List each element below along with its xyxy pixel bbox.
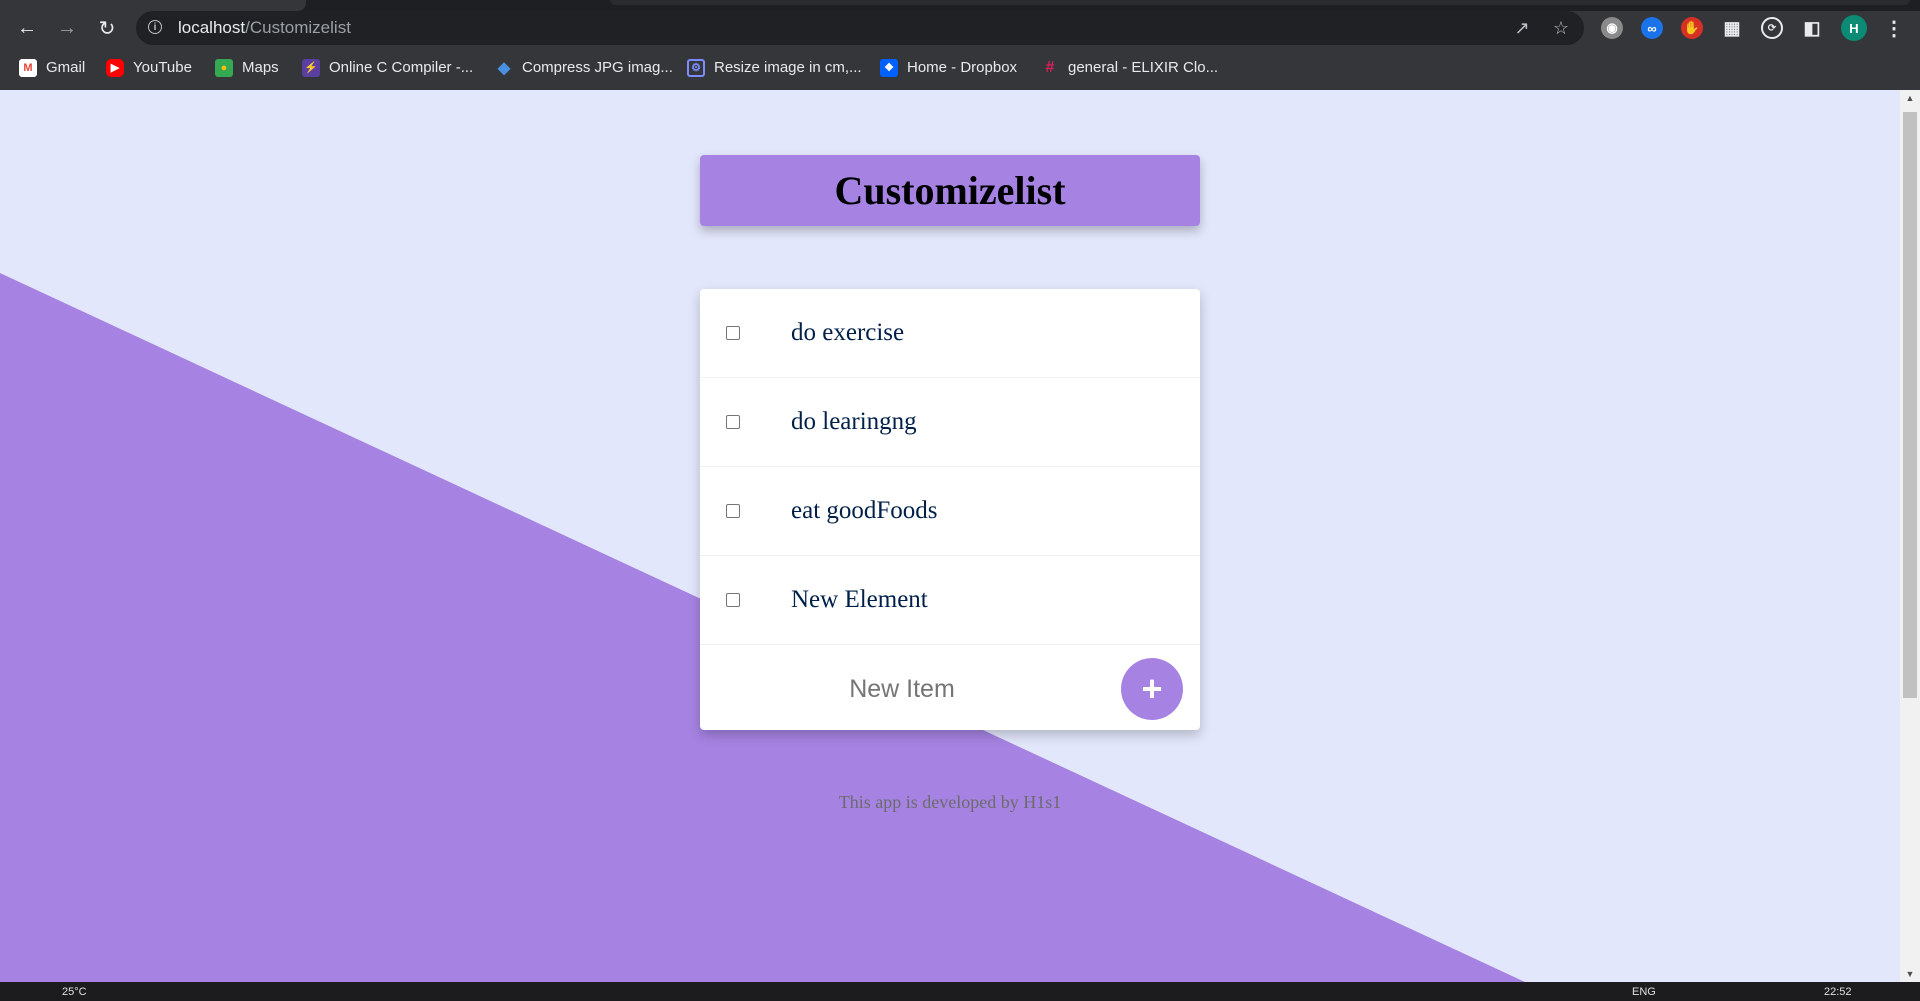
bookmark-label: Home - Dropbox — [907, 59, 1018, 76]
list-item: eat goodFoods — [700, 467, 1200, 556]
item-checkbox[interactable] — [726, 415, 740, 429]
bookmark-maps[interactable]: ● Maps — [215, 45, 279, 90]
add-item-button[interactable]: + — [1121, 658, 1183, 720]
bookmark-label: YouTube — [133, 59, 192, 76]
bookmark-star-icon[interactable]: ☆ — [1549, 16, 1573, 40]
extension-infinity-icon[interactable]: ∞ — [1641, 17, 1663, 39]
share-icon[interactable]: ↗ — [1510, 16, 1534, 40]
url-host: localhost — [178, 18, 246, 37]
url-text[interactable]: localhost/Customizelist — [178, 11, 351, 45]
youtube-icon: ▶ — [106, 58, 124, 77]
page-title: Customizelist — [834, 168, 1066, 213]
bookmark-resize-image[interactable]: ⚙ Resize image in cm,... — [687, 45, 862, 90]
inactive-tab[interactable] — [610, 0, 1910, 5]
gmail-icon: M — [19, 58, 37, 77]
list-item: do learingng — [700, 378, 1200, 467]
footer-credit: This app is developed by H1s1 — [838, 792, 1062, 812]
bookmark-dropbox[interactable]: ❖ Home - Dropbox — [880, 45, 1017, 90]
profile-avatar[interactable]: H — [1841, 15, 1867, 41]
new-item-form: + — [700, 645, 1200, 733]
address-bar[interactable]: i localhost/Customizelist ↗ ☆ — [136, 11, 1584, 45]
compress-icon: ◆ — [497, 59, 511, 77]
item-checkbox[interactable] — [726, 593, 740, 607]
bookmark-label: Compress JPG imag... — [522, 59, 673, 76]
language-indicator[interactable]: ENG — [1632, 986, 1656, 998]
dropbox-icon: ❖ — [880, 58, 898, 77]
scrollbar-thumb[interactable] — [1903, 112, 1917, 698]
page-viewport: Customizelist do exercise do learingng e… — [0, 90, 1900, 982]
menu-kebab-icon[interactable]: ⋮ — [1883, 17, 1905, 40]
scroll-down-arrow-icon[interactable]: ▼ — [1900, 966, 1920, 982]
bookmark-compress-jpg[interactable]: ◆ Compress JPG imag... — [495, 45, 673, 90]
bookmark-label: general - ELIXIR Clo... — [1068, 59, 1219, 76]
reload-icon[interactable]: ↻ — [91, 11, 123, 45]
tab-strip — [0, 0, 1920, 11]
list-item: New Element — [700, 556, 1200, 645]
item-label: do learingng — [791, 408, 917, 435]
todo-list: do exercise do learingng eat goodFoods N… — [700, 289, 1200, 730]
item-checkbox[interactable] — [726, 504, 740, 518]
forward-icon[interactable]: → — [51, 11, 83, 45]
item-label: eat goodFoods — [791, 497, 938, 524]
item-checkbox[interactable] — [726, 326, 740, 340]
bookmark-online-c-compiler[interactable]: ⚡ Online C Compiler -... — [302, 45, 473, 90]
extension-hand-icon[interactable]: ✋ — [1681, 17, 1703, 39]
side-panel-icon[interactable]: ◧ — [1801, 17, 1823, 39]
active-tab[interactable] — [0, 0, 306, 11]
bookmark-youtube[interactable]: ▶ YouTube — [106, 45, 192, 90]
new-item-input[interactable] — [780, 665, 1024, 713]
slack-icon: # — [1045, 58, 1055, 76]
heading-box: Customizelist — [700, 155, 1200, 226]
performance-icon[interactable]: ⟳ — [1761, 17, 1783, 39]
page-scrollbar[interactable]: ▲ ▼ — [1900, 90, 1920, 982]
extensions-puzzle-icon[interactable]: ▦ — [1721, 17, 1743, 39]
os-taskbar: 25°C ENG 22:52 — [0, 982, 1920, 1001]
browser-toolbar: ← → ↻ i localhost/Customizelist ↗ ☆ ◉ ∞ … — [0, 11, 1920, 45]
compiler-icon: ⚡ — [302, 58, 320, 77]
extension-glasses-icon[interactable]: ◉ — [1601, 17, 1623, 39]
profile-initial: H — [1849, 20, 1859, 36]
maps-icon: ● — [215, 58, 233, 77]
bookmark-gmail[interactable]: M Gmail — [19, 45, 85, 90]
bookmark-label: Resize image in cm,... — [714, 59, 862, 76]
resize-icon: ⚙ — [687, 58, 705, 77]
item-label: New Element — [791, 586, 928, 613]
item-label: do exercise — [791, 319, 905, 346]
site-info-icon[interactable]: i — [148, 20, 162, 34]
bookmarks-bar: M Gmail ▶ YouTube ● Maps ⚡ Online C Comp… — [0, 45, 1920, 90]
url-path: /Customizelist — [245, 18, 351, 37]
bookmark-label: Maps — [242, 59, 279, 76]
list-item: do exercise — [700, 289, 1200, 378]
clock-time[interactable]: 22:52 — [1824, 986, 1852, 998]
scroll-up-arrow-icon[interactable]: ▲ — [1900, 90, 1920, 106]
back-icon[interactable]: ← — [11, 11, 43, 45]
bookmark-label: Online C Compiler -... — [329, 59, 474, 76]
bookmark-elixir[interactable]: # general - ELIXIR Clo... — [1041, 45, 1219, 90]
bookmark-label: Gmail — [46, 59, 86, 76]
weather-temperature: 25°C — [62, 986, 87, 998]
